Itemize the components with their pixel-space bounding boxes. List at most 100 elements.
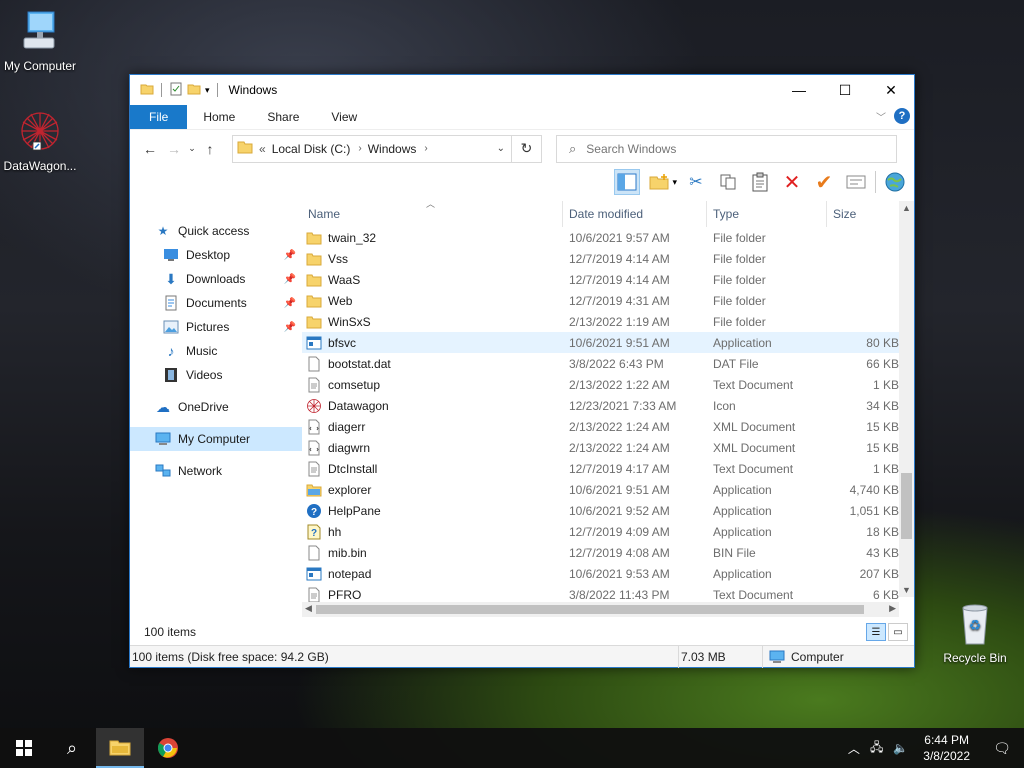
scroll-right-arrow[interactable]: ▶ bbox=[889, 603, 896, 614]
scrollbar-thumb[interactable] bbox=[316, 605, 864, 614]
maximize-button[interactable]: ☐ bbox=[822, 75, 868, 105]
file-row[interactable]: Web 12/7/2019 4:31 AM File folder bbox=[302, 290, 899, 311]
copy-button[interactable] bbox=[715, 169, 741, 195]
network-status-icon[interactable]: 🖧 bbox=[865, 738, 888, 759]
network-globe-button[interactable] bbox=[882, 169, 908, 195]
scroll-down-arrow[interactable]: ▼ bbox=[899, 585, 914, 595]
back-button[interactable]: ← bbox=[138, 141, 162, 157]
customize-toolbar-icon[interactable]: ▾ bbox=[205, 85, 210, 96]
notification-center-button[interactable]: 🗨 bbox=[980, 740, 1024, 757]
address-bar[interactable]: « Local Disk (C:) › Windows › ⌄ ↻ bbox=[232, 134, 542, 163]
file-row[interactable]: diagwrn 2/13/2022 1:24 AM XML Document 15 K… bbox=[302, 437, 899, 458]
breadcrumb-windows[interactable]: Windows bbox=[368, 142, 417, 156]
file-row[interactable]: notepad 10/6/2021 9:53 AM Application 207 K… bbox=[302, 563, 899, 584]
file-row[interactable]: bfsvc 10/6/2021 9:51 AM Application 80 KB bbox=[302, 332, 899, 353]
preview-pane-button[interactable] bbox=[614, 169, 641, 195]
desktop-icon-recycle-bin[interactable]: ♻ Recycle Bin bbox=[935, 602, 1015, 665]
title-bar[interactable]: ▾ Windows — ☐ ✕ bbox=[130, 75, 914, 105]
forward-button[interactable]: → bbox=[162, 141, 186, 157]
horizontal-scrollbar[interactable]: ◀ ▶ bbox=[302, 602, 899, 617]
delete-x-icon: ✕ bbox=[783, 171, 801, 194]
file-row[interactable]: explorer 10/6/2021 9:51 AM Application 4,74… bbox=[302, 479, 899, 500]
new-folder-icon[interactable] bbox=[187, 82, 201, 99]
chevron-right-icon[interactable]: › bbox=[358, 143, 361, 154]
nav-documents[interactable]: Documents 📌 bbox=[130, 291, 302, 315]
taskbar-file-explorer[interactable] bbox=[96, 728, 144, 768]
svg-text:?: ? bbox=[311, 528, 317, 539]
nav-music[interactable]: ♪ Music bbox=[130, 339, 302, 363]
properties-button[interactable] bbox=[843, 169, 869, 195]
nav-videos[interactable]: Videos bbox=[130, 363, 302, 387]
tab-share[interactable]: Share bbox=[251, 105, 315, 129]
file-type-cell: Text Document bbox=[713, 461, 794, 476]
chevron-down-icon[interactable]: ▾ bbox=[672, 177, 677, 188]
column-header-type[interactable]: Type bbox=[707, 201, 827, 227]
breadcrumb-local-disk[interactable]: Local Disk (C:) bbox=[272, 142, 351, 156]
column-header-size[interactable]: Size bbox=[827, 201, 899, 227]
volume-icon[interactable]: 🔈 bbox=[888, 741, 913, 755]
file-row[interactable]: mib.bin 12/7/2019 4:08 AM BIN File 43 KB bbox=[302, 542, 899, 563]
recent-locations-button[interactable]: ⌄ bbox=[186, 143, 198, 154]
help-button[interactable]: ? bbox=[894, 108, 910, 124]
tab-file[interactable]: File bbox=[130, 105, 188, 129]
clock[interactable]: 6:44 PM 3/8/2022 bbox=[913, 732, 980, 764]
pin-icon[interactable]: 📌 bbox=[284, 298, 296, 309]
chevron-right-icon[interactable]: › bbox=[424, 143, 427, 154]
close-button[interactable]: ✕ bbox=[868, 75, 914, 105]
column-header-name[interactable]: Name bbox=[302, 201, 563, 227]
file-row[interactable]: WinSxS 2/13/2022 1:19 AM File folder bbox=[302, 311, 899, 332]
desktop-icon-my-computer[interactable]: My Computer bbox=[0, 10, 80, 73]
file-row[interactable]: ? HelpPane 10/6/2021 9:52 AM Application 1,0… bbox=[302, 500, 899, 521]
search-box[interactable]: ⌕ bbox=[556, 134, 897, 163]
tab-home[interactable]: Home bbox=[187, 105, 251, 129]
minimize-button[interactable]: — bbox=[776, 75, 822, 105]
file-row[interactable]: WaaS 12/7/2019 4:14 AM File folder bbox=[302, 269, 899, 290]
xml-file-icon bbox=[306, 419, 322, 435]
cut-button[interactable]: ✂ bbox=[683, 169, 709, 195]
search-input[interactable] bbox=[586, 141, 867, 156]
rename-button[interactable]: ✔ bbox=[811, 169, 837, 195]
file-row[interactable]: Datawagon 12/23/2021 7:33 AM Icon 34 KB bbox=[302, 395, 899, 416]
refresh-button[interactable]: ↻ bbox=[511, 135, 541, 162]
file-row[interactable]: bootstat.dat 3/8/2022 6:43 PM DAT File 66 K… bbox=[302, 353, 899, 374]
file-row[interactable]: ? hh 12/7/2019 4:09 AM Application 18 KB bbox=[302, 521, 899, 542]
vertical-scrollbar[interactable]: ▲ ▼ bbox=[899, 201, 914, 597]
pin-icon[interactable]: 📌 bbox=[284, 322, 296, 333]
delete-button[interactable]: ✕ bbox=[779, 169, 805, 195]
file-row[interactable]: diagerr 2/13/2022 1:24 AM XML Document 15 K… bbox=[302, 416, 899, 437]
nav-quick-access[interactable]: ★ Quick access bbox=[130, 219, 302, 243]
pin-icon[interactable]: 📌 bbox=[284, 250, 296, 261]
file-row[interactable]: DtcInstall 12/7/2019 4:17 AM Text Document… bbox=[302, 458, 899, 479]
scroll-up-arrow[interactable]: ▲ bbox=[899, 203, 914, 213]
tab-view[interactable]: View bbox=[315, 105, 373, 129]
paste-button[interactable] bbox=[747, 169, 773, 195]
nav-my-computer[interactable]: My Computer bbox=[130, 427, 302, 451]
large-icons-view-button[interactable]: ▭ bbox=[888, 623, 908, 641]
new-folder-button[interactable] bbox=[646, 169, 672, 195]
nav-desktop[interactable]: Desktop 📌 bbox=[130, 243, 302, 267]
nav-network[interactable]: Network bbox=[130, 459, 302, 483]
taskbar-chrome[interactable] bbox=[144, 728, 192, 768]
explorer-window[interactable]: ▾ Windows — ☐ ✕ File Home Share View ﹀ ?… bbox=[129, 74, 915, 668]
scrollbar-thumb[interactable] bbox=[901, 473, 912, 539]
show-hidden-icons-button[interactable]: ︿ bbox=[843, 740, 865, 757]
file-row[interactable]: comsetup 2/13/2022 1:22 AM Text Document 1 … bbox=[302, 374, 899, 395]
properties-icon[interactable] bbox=[169, 82, 183, 99]
search-button[interactable]: ⌕ bbox=[48, 728, 96, 768]
nav-onedrive[interactable]: ☁ OneDrive bbox=[130, 395, 302, 419]
start-button[interactable] bbox=[0, 728, 48, 768]
details-view-button[interactable]: ☰ bbox=[866, 623, 886, 641]
expand-ribbon-icon[interactable]: ﹀ bbox=[876, 109, 886, 124]
nav-pictures[interactable]: Pictures 📌 bbox=[130, 315, 302, 339]
file-row[interactable]: Vss 12/7/2019 4:14 AM File folder bbox=[302, 248, 899, 269]
pin-icon[interactable]: 📌 bbox=[284, 274, 296, 285]
chevron-down-icon[interactable]: ⌄ bbox=[497, 143, 505, 154]
taskbar: ⌕ ︿ 🖧 🔈 6:44 PM 3/8/2022 🗨 bbox=[0, 728, 1024, 768]
desktop-icon-datawagon[interactable]: DataWagon... bbox=[0, 108, 80, 173]
nav-downloads[interactable]: ⬇ Downloads 📌 bbox=[130, 267, 302, 291]
scroll-left-arrow[interactable]: ◀ bbox=[305, 603, 312, 614]
file-row[interactable]: twain_32 10/6/2021 9:57 AM File folder bbox=[302, 227, 899, 248]
column-header-date[interactable]: Date modified bbox=[563, 201, 707, 227]
breadcrumb-overflow[interactable]: « bbox=[259, 142, 266, 156]
up-button[interactable]: ↑ bbox=[198, 141, 222, 157]
